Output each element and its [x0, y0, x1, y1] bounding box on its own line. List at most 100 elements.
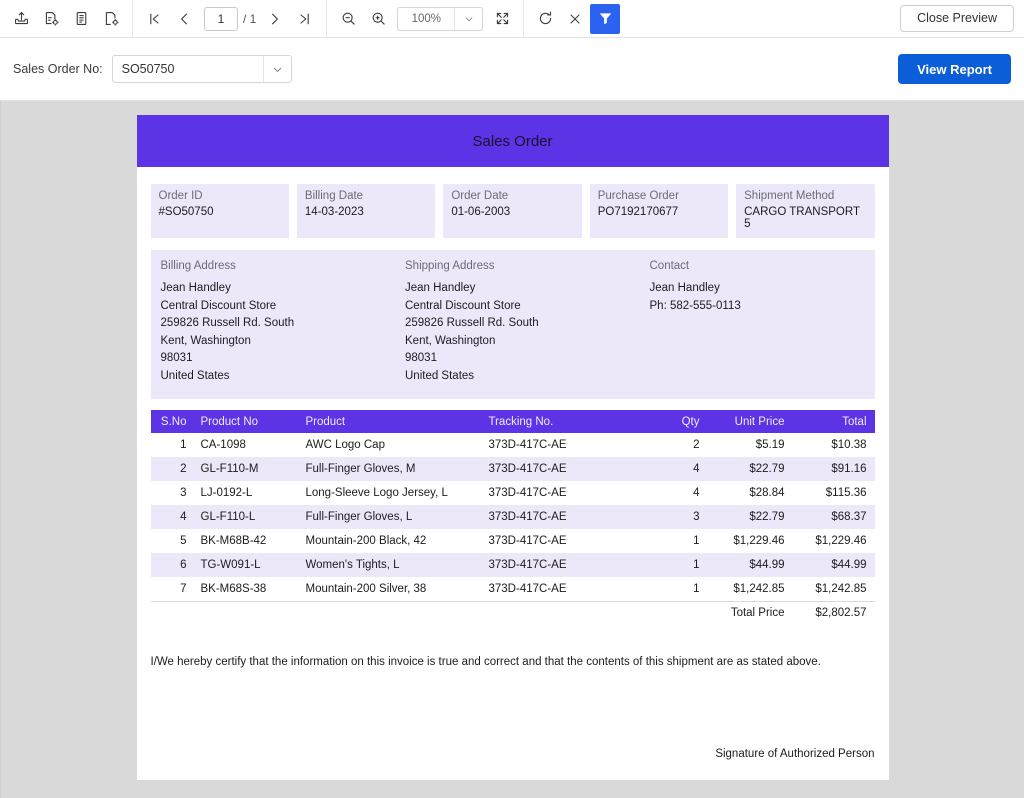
toolbar-actions-group: [524, 0, 626, 38]
cell-product-no: GL-F110-M: [192, 457, 298, 481]
table-row: 4 GL-F110-L Full-Finger Gloves, L 373D-4…: [150, 505, 875, 529]
signature-label: Signature of Authorized Person: [715, 748, 875, 760]
print-icon[interactable]: [36, 4, 66, 34]
chevron-down-icon[interactable]: [262, 56, 291, 82]
contact-line: Jean Handley: [649, 282, 720, 294]
address-line: 98031: [160, 352, 193, 364]
cell-product: Women's Tights, L: [297, 553, 481, 577]
info-label: Shipment Method: [744, 190, 835, 202]
cell-total: $91.16: [792, 457, 875, 481]
column-header-product: Product: [297, 410, 481, 433]
info-value: #SO50750: [158, 206, 214, 218]
last-page-icon[interactable]: [290, 4, 320, 34]
total-price-label: Total Price: [707, 600, 793, 625]
cell-total: $10.38: [831, 439, 867, 451]
table-row: 6 TG-W091-L Women's Tights, L 373D-417C-…: [150, 553, 875, 577]
cell-qty: 1: [693, 582, 700, 595]
cell-tracking: 373D-417C-AE: [480, 457, 656, 481]
cell-sno: 6: [150, 553, 193, 577]
cell-qty: 2: [693, 439, 700, 451]
cell-sno: 7: [180, 582, 187, 595]
next-page-icon[interactable]: [260, 4, 290, 34]
info-label: Order Date: [451, 190, 509, 202]
cell-product-no: BK-M68S-38: [200, 582, 267, 595]
address-line: United States: [405, 369, 475, 382]
cell-empty: [655, 600, 708, 625]
address-line: United States: [160, 369, 230, 382]
zoom-level-select[interactable]: 100%: [397, 6, 484, 31]
info-card-billing-date: Billing Date 14-03-2023: [296, 184, 436, 238]
info-card-purchase-order: Purchase Order PO7192170677: [589, 184, 729, 238]
cell-unit-price: $22.79: [707, 505, 793, 529]
table-row: 5 BK-M68B-42 Mountain-200 Black, 42 373D…: [151, 529, 875, 553]
cell-sno: 3: [180, 487, 187, 499]
table-row: 1 CA-1098 AWC Logo Cap 373D-417C-AE 2 $5…: [151, 433, 875, 457]
column-header-qty: Qty: [655, 410, 708, 433]
address-line: Central Discount Store: [160, 299, 277, 312]
report-title: Sales Order: [136, 115, 889, 167]
table-body: 1 CA-1098 AWC Logo Cap 373D-417C-AE 2 $5…: [150, 433, 875, 625]
cell-total: $68.37: [792, 505, 875, 529]
cell-total: $1,229.46: [815, 535, 867, 547]
cell-empty: [297, 600, 481, 625]
cell-total: $1,242.85: [815, 582, 867, 595]
cell-product-no: BK-M68B-42: [200, 535, 267, 547]
zoom-level-value: 100%: [411, 12, 442, 25]
stop-icon[interactable]: [560, 4, 590, 34]
shipping-address-title: Shipping Address: [405, 260, 495, 272]
report-viewer-area[interactable]: Sales Order Order ID #SO50750 Billing Da…: [0, 101, 1024, 798]
cell-product-no: TG-W091-L: [192, 553, 298, 577]
cell-product: Mountain-200 Black, 42: [305, 535, 427, 547]
cell-qty: 3: [655, 505, 708, 529]
cell-tracking: 373D-417C-AE: [488, 439, 567, 451]
cell-sno: 4: [150, 505, 193, 529]
info-label: Billing Date: [304, 190, 364, 202]
info-value: 01-06-2003: [451, 206, 511, 218]
fullscreen-icon[interactable]: [487, 4, 517, 34]
zoom-in-icon[interactable]: [363, 4, 393, 34]
column-header-sno: S.No: [150, 410, 193, 433]
cell-qty: 4: [655, 457, 708, 481]
chevron-down-icon[interactable]: [454, 7, 482, 30]
cell-product: Full-Finger Gloves, L: [297, 505, 481, 529]
cell-qty: 1: [693, 535, 700, 547]
previous-page-icon[interactable]: [169, 4, 199, 34]
info-label: Order ID: [158, 190, 203, 202]
close-preview-button[interactable]: Close Preview: [900, 5, 1014, 32]
contact-line: Ph: 582-555-0113: [649, 299, 741, 312]
export-icon[interactable]: [6, 4, 36, 34]
page-setup-icon[interactable]: [96, 4, 126, 34]
page-number-input[interactable]: [204, 6, 238, 31]
info-value: 14-03-2023: [304, 206, 364, 218]
contact-block: Contact Jean Handley Ph: 582-555-0113: [650, 260, 865, 385]
refresh-icon[interactable]: [530, 4, 560, 34]
cell-sno: 2: [150, 457, 193, 481]
cell-product: Mountain-200 Silver, 38: [305, 582, 427, 595]
view-report-button[interactable]: View Report: [898, 54, 1011, 84]
info-value: PO7192170677: [597, 206, 679, 218]
cell-unit-price: $28.84: [749, 487, 785, 499]
billing-address-block: Billing Address Jean Handley Central Dis…: [161, 260, 406, 385]
first-page-icon[interactable]: [139, 4, 169, 34]
cell-product: Long-Sleeve Logo Jersey, L: [305, 487, 448, 499]
zoom-out-icon[interactable]: [333, 4, 363, 34]
cell-product-no: GL-F110-L: [192, 505, 298, 529]
cell-tracking: 373D-417C-AE: [488, 535, 567, 547]
parameter-bar: Sales Order No: SO50750 View Report: [0, 38, 1024, 101]
address-line: 98031: [405, 352, 437, 364]
filter-icon[interactable]: [590, 3, 621, 34]
table-row: 2 GL-F110-M Full-Finger Gloves, M 373D-4…: [150, 457, 875, 481]
cell-empty: [150, 600, 193, 625]
table-header: S.No Product No Product Tracking No. Qty…: [150, 410, 875, 433]
address-line: Jean Handley: [160, 282, 231, 294]
cell-unit-price: $5.19: [755, 439, 785, 451]
viewer-toolbar: / 1 100%: [0, 0, 1024, 38]
document-icon[interactable]: [66, 4, 96, 34]
shipping-address-block: Shipping Address Jean Handley Central Di…: [405, 260, 650, 385]
sales-order-no-select[interactable]: SO50750: [111, 55, 292, 83]
address-line: Central Discount Store: [405, 299, 521, 312]
cell-qty: 1: [655, 553, 708, 577]
toolbar-page-nav-group: / 1: [133, 0, 328, 38]
toolbar-file-group: [0, 0, 133, 38]
info-value: CARGO TRANSPORT 5: [744, 206, 860, 230]
